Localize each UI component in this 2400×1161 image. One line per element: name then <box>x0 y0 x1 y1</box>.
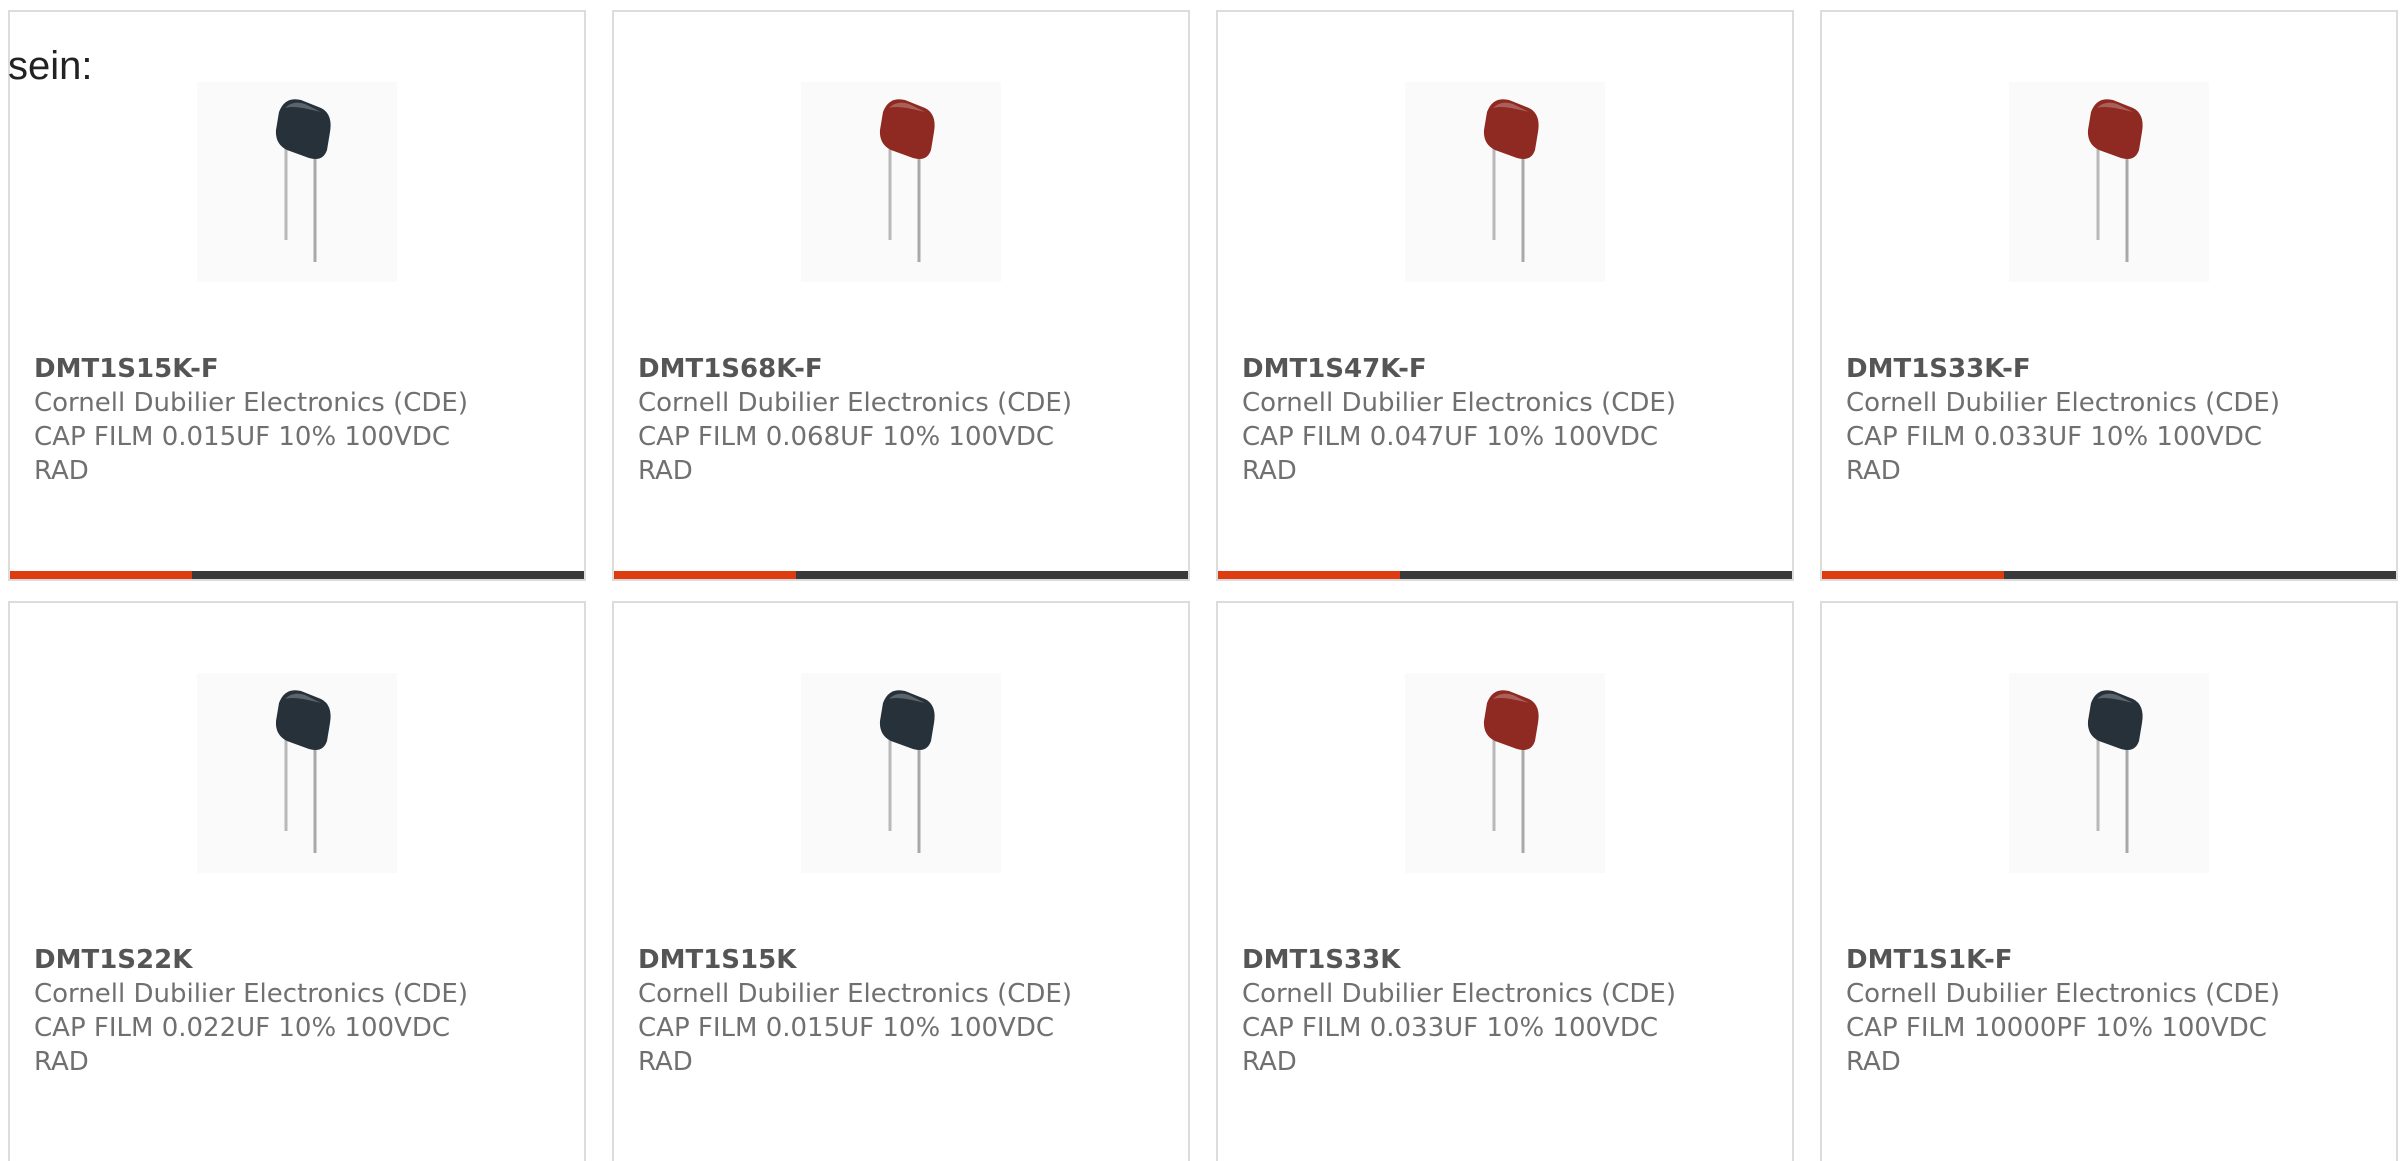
capacitor-icon <box>2087 690 2143 853</box>
product-card[interactable]: DMT1S33K-F Cornell Dubilier Electronics … <box>1820 10 2398 581</box>
card-accent-bar <box>1218 571 1792 579</box>
capacitor-image[interactable] <box>2009 82 2209 282</box>
part-number[interactable]: DMT1S22K <box>34 943 564 977</box>
accent-fill <box>614 571 796 579</box>
manufacturer: Cornell Dubilier Electronics (CDE) <box>638 979 1072 1009</box>
capacitor-body <box>275 690 331 750</box>
product-card[interactable]: DMT1S33K Cornell Dubilier Electronics (C… <box>1216 601 1794 1161</box>
part-number[interactable]: DMT1S33K-F <box>1846 352 2376 386</box>
intro-text: sein: <box>8 44 93 88</box>
capacitor-image[interactable] <box>801 82 1001 282</box>
capacitor-image[interactable] <box>197 82 397 282</box>
description: CAP FILM 0.068UF 10% 100VDC RAD <box>638 422 1055 486</box>
product-info: DMT1S47K-F Cornell Dubilier Electronics … <box>1242 352 1772 488</box>
product-card[interactable]: DMT1S15K-F Cornell Dubilier Electronics … <box>8 10 586 581</box>
manufacturer: Cornell Dubilier Electronics (CDE) <box>34 388 468 418</box>
manufacturer: Cornell Dubilier Electronics (CDE) <box>638 388 1072 418</box>
capacitor-icon <box>879 690 935 853</box>
product-info: DMT1S33K-F Cornell Dubilier Electronics … <box>1846 352 2376 488</box>
description: CAP FILM 0.033UF 10% 100VDC RAD <box>1846 422 2263 486</box>
manufacturer: Cornell Dubilier Electronics (CDE) <box>1242 979 1676 1009</box>
card-accent-bar <box>1822 571 2396 579</box>
capacitor-image[interactable] <box>197 673 397 873</box>
manufacturer: Cornell Dubilier Electronics (CDE) <box>34 979 468 1009</box>
product-info: DMT1S68K-F Cornell Dubilier Electronics … <box>638 352 1168 488</box>
part-number[interactable]: DMT1S1K-F <box>1846 943 2376 977</box>
manufacturer: Cornell Dubilier Electronics (CDE) <box>1242 388 1676 418</box>
product-info: DMT1S15K-F Cornell Dubilier Electronics … <box>34 352 564 488</box>
accent-fill <box>10 571 192 579</box>
capacitor-image[interactable] <box>1405 673 1605 873</box>
description: CAP FILM 0.022UF 10% 100VDC RAD <box>34 1013 451 1077</box>
part-number[interactable]: DMT1S15K <box>638 943 1168 977</box>
capacitor-body <box>1483 99 1539 159</box>
product-card[interactable]: DMT1S15K Cornell Dubilier Electronics (C… <box>612 601 1190 1161</box>
capacitor-body <box>879 690 935 750</box>
capacitor-icon <box>1483 99 1539 262</box>
product-grid: DMT1S15K-F Cornell Dubilier Electronics … <box>8 10 2400 1161</box>
capacitor-body <box>879 99 935 159</box>
capacitor-image[interactable] <box>1405 82 1605 282</box>
manufacturer: Cornell Dubilier Electronics (CDE) <box>1846 388 2280 418</box>
product-card[interactable]: DMT1S1K-F Cornell Dubilier Electronics (… <box>1820 601 2398 1161</box>
card-accent-bar <box>614 571 1188 579</box>
capacitor-body <box>1483 690 1539 750</box>
capacitor-icon <box>275 690 331 853</box>
part-number[interactable]: DMT1S68K-F <box>638 352 1168 386</box>
capacitor-image[interactable] <box>2009 673 2209 873</box>
description: CAP FILM 10000PF 10% 100VDC RAD <box>1846 1013 2267 1077</box>
capacitor-icon <box>275 99 331 262</box>
product-card[interactable]: DMT1S22K Cornell Dubilier Electronics (C… <box>8 601 586 1161</box>
product-card[interactable]: DMT1S47K-F Cornell Dubilier Electronics … <box>1216 10 1794 581</box>
accent-fill <box>1218 571 1400 579</box>
product-info: DMT1S1K-F Cornell Dubilier Electronics (… <box>1846 943 2376 1079</box>
capacitor-image[interactable] <box>801 673 1001 873</box>
part-number[interactable]: DMT1S47K-F <box>1242 352 1772 386</box>
card-accent-bar <box>10 571 584 579</box>
manufacturer: Cornell Dubilier Electronics (CDE) <box>1846 979 2280 1009</box>
product-info: DMT1S15K Cornell Dubilier Electronics (C… <box>638 943 1168 1079</box>
product-info: DMT1S22K Cornell Dubilier Electronics (C… <box>34 943 564 1079</box>
part-number[interactable]: DMT1S33K <box>1242 943 1772 977</box>
accent-fill <box>1822 571 2004 579</box>
description: CAP FILM 0.033UF 10% 100VDC RAD <box>1242 1013 1659 1077</box>
capacitor-body <box>275 99 331 159</box>
product-info: DMT1S33K Cornell Dubilier Electronics (C… <box>1242 943 1772 1079</box>
capacitor-icon <box>2087 99 2143 262</box>
capacitor-body <box>2087 99 2143 159</box>
part-number[interactable]: DMT1S15K-F <box>34 352 564 386</box>
capacitor-body <box>2087 690 2143 750</box>
capacitor-icon <box>879 99 935 262</box>
description: CAP FILM 0.015UF 10% 100VDC RAD <box>638 1013 1055 1077</box>
capacitor-icon <box>1483 690 1539 853</box>
description: CAP FILM 0.015UF 10% 100VDC RAD <box>34 422 451 486</box>
description: CAP FILM 0.047UF 10% 100VDC RAD <box>1242 422 1659 486</box>
product-card[interactable]: DMT1S68K-F Cornell Dubilier Electronics … <box>612 10 1190 581</box>
